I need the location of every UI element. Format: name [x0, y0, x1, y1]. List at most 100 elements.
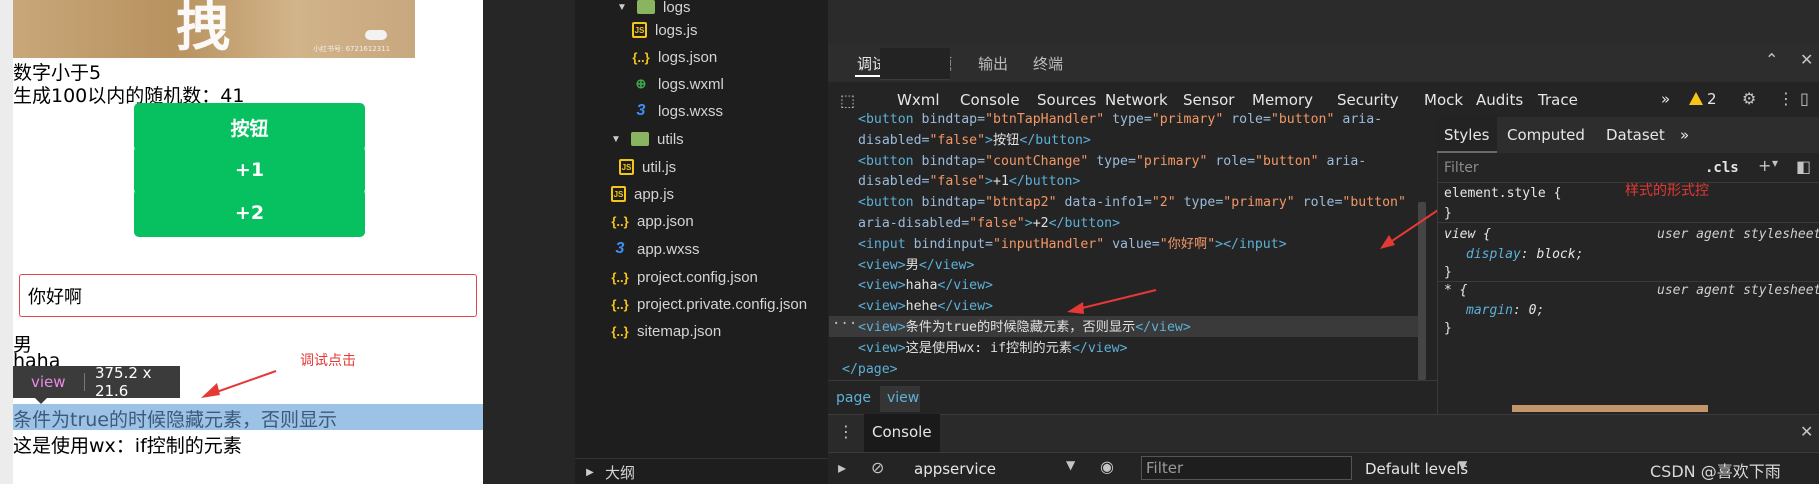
tab-console[interactable]: Console	[872, 423, 932, 441]
more-styles-tabs-icon[interactable]: »	[1680, 126, 1689, 144]
code-token: <button	[858, 153, 922, 169]
tab-computed[interactable]: Computed	[1507, 126, 1585, 144]
css-rule-end: }	[1444, 265, 1452, 280]
code-line[interactable]: </page>	[842, 360, 1426, 381]
tab-console[interactable]: Console	[960, 91, 1020, 109]
dock-icon[interactable]: ▯	[1800, 89, 1809, 108]
tree-item-logs-wxml[interactable]: ⊕ logs.wxml	[632, 71, 724, 97]
code-line[interactable]: <button bindtap="btntap2" data-info1="2"…	[858, 193, 1426, 214]
code-token: bindtap=	[921, 153, 986, 169]
tree-item-logs-wxss[interactable]: 3 logs.wxss	[632, 98, 723, 124]
tab-styles[interactable]: Styles	[1444, 126, 1490, 144]
close-drawer-icon[interactable]: ✕	[1800, 422, 1813, 441]
outline-section[interactable]: ▶ 大纲	[575, 458, 828, 484]
code-line[interactable]: <button bindtap="countChange" type="prim…	[858, 152, 1426, 173]
code-token: "primary"	[1151, 112, 1224, 127]
context-select[interactable]: appservice	[914, 460, 996, 478]
tab-output[interactable]: 输出	[978, 53, 1008, 74]
code-line[interactable]: <view>hehe</view>	[858, 297, 1426, 318]
styles-filter-input[interactable]: Filter	[1444, 160, 1479, 176]
tab-audits[interactable]: Audits	[1476, 91, 1523, 109]
box-model-preview	[1512, 405, 1708, 412]
tree-item-project-config-json[interactable]: {..} project.config.json	[611, 264, 758, 290]
inspect-icon[interactable]: ⬚	[840, 91, 855, 110]
tab-trace[interactable]: Trace	[1538, 91, 1578, 109]
drawer-menu-icon[interactable]: ⋮	[838, 422, 854, 441]
annotation-style-format: 样式的形式控	[1625, 183, 1709, 199]
css-declaration[interactable]: display: block;	[1466, 247, 1583, 262]
code-line[interactable]: <view>条件为true的时候隐藏元素，否则显示</view>	[858, 318, 1426, 339]
tab-mock[interactable]: Mock	[1424, 91, 1463, 109]
gear-icon[interactable]: ⚙	[1742, 89, 1756, 108]
plus-icon[interactable]: +	[1758, 156, 1771, 175]
sidebar-toggle-icon[interactable]: ◧	[1796, 157, 1811, 176]
console-filter-input[interactable]: Filter	[1141, 456, 1352, 480]
cls-toggle[interactable]: .cls	[1705, 160, 1739, 176]
code-line[interactable]: <view>haha</view>	[858, 276, 1426, 297]
tree-item-label: project.private.config.json	[637, 295, 808, 313]
code-token: "你好啊"	[1159, 236, 1216, 252]
close-icon[interactable]: ✕	[1800, 50, 1813, 69]
code-token: 按钮	[993, 132, 1020, 148]
code-token: "2"	[1151, 195, 1176, 211]
code-token: role=	[1223, 112, 1271, 127]
code-token: 男	[905, 257, 919, 273]
code-token: type=	[1088, 153, 1136, 169]
tree-item-app-js[interactable]: JS app.js	[611, 181, 674, 207]
code-token: <view>	[858, 257, 906, 273]
tab-sensor[interactable]: Sensor	[1183, 91, 1234, 109]
css-selector[interactable]: view {	[1444, 227, 1491, 242]
more-vertical-icon[interactable]: ⋮	[1778, 89, 1794, 108]
rule-divider	[1437, 281, 1819, 282]
js-file-icon: JS	[611, 186, 626, 202]
eye-icon[interactable]: ◉	[1100, 457, 1114, 476]
tree-item-app-json[interactable]: {..} app.json	[611, 208, 693, 234]
chevron-down-icon[interactable]: ▾	[1772, 156, 1778, 170]
css-semicolon: ;	[1536, 303, 1545, 318]
tree-item-logs-json[interactable]: {..} logs.json	[632, 44, 717, 70]
css-selector[interactable]: element.style {	[1444, 186, 1561, 201]
node-ellipsis-icon[interactable]: ···	[832, 316, 857, 332]
outline-label: 大纲	[605, 464, 636, 482]
code-line[interactable]: disabled="false">+1</button>	[858, 172, 1426, 193]
code-line[interactable]: aria-disabled="false">+2</button>	[858, 214, 1426, 235]
css-colon: :	[1512, 303, 1529, 318]
code-token: </view>	[1135, 319, 1191, 335]
code-line[interactable]: <input bindinput="inputHandler" value="你…	[858, 235, 1426, 256]
sidebar-icon[interactable]: ▸	[838, 458, 846, 477]
wxml-code-view[interactable]: <button bindtap="btnTapHandler" type="pr…	[842, 110, 1426, 380]
code-token: "button"	[1270, 112, 1335, 127]
code-scrollbar[interactable]	[1418, 202, 1426, 380]
code-line[interactable]: <view>男</view>	[858, 256, 1426, 277]
more-tabs-icon[interactable]: »	[1661, 90, 1670, 108]
code-line[interactable]: disabled="false">按钮</button>	[858, 131, 1426, 152]
warning-icon[interactable]	[1689, 92, 1703, 105]
css-colon: :	[1520, 247, 1537, 262]
code-token: <view>	[858, 340, 906, 356]
breadcrumb-page[interactable]: page	[836, 390, 871, 406]
tab-dataset[interactable]: Dataset	[1606, 126, 1665, 144]
css-declaration[interactable]: margin: 0;	[1466, 303, 1544, 318]
levels-select[interactable]: Default levels	[1365, 460, 1468, 478]
tree-item-util-js[interactable]: JS util.js	[619, 154, 676, 180]
tree-item-logs-js[interactable]: JS logs.js	[632, 17, 698, 43]
tree-item-utils[interactable]: ▼ utils	[609, 126, 684, 152]
tree-item-sitemap-json[interactable]: {..} sitemap.json	[611, 318, 721, 344]
tree-item-app-wxss[interactable]: 3 app.wxss	[611, 236, 700, 262]
tab-network[interactable]: Network	[1105, 91, 1168, 109]
css-selector[interactable]: * {	[1444, 283, 1467, 298]
warning-count[interactable]: 2	[1707, 90, 1717, 108]
code-token: 条件为true的时候隐藏元素，否则显示	[905, 319, 1136, 335]
tab-terminal[interactable]: 终端	[1033, 53, 1063, 74]
chevron-up-icon[interactable]: ⌃	[1765, 50, 1778, 69]
tab-memory[interactable]: Memory	[1252, 91, 1313, 109]
code-token: >	[985, 132, 993, 148]
tab-security[interactable]: Security	[1337, 91, 1399, 109]
code-line[interactable]: <view>这是使用wx: if控制的元素</view>	[858, 339, 1426, 360]
tree-item-project-private-config-json[interactable]: {..} project.private.config.json	[611, 291, 807, 317]
tab-sources[interactable]: Sources	[1037, 91, 1096, 109]
tab-wxml[interactable]: Wxml	[897, 91, 940, 109]
breadcrumb-view[interactable]: view	[887, 390, 919, 406]
code-line[interactable]: <button bindtap="btnTapHandler" type="pr…	[858, 110, 1426, 131]
clear-console-icon[interactable]: ⊘	[871, 458, 884, 477]
